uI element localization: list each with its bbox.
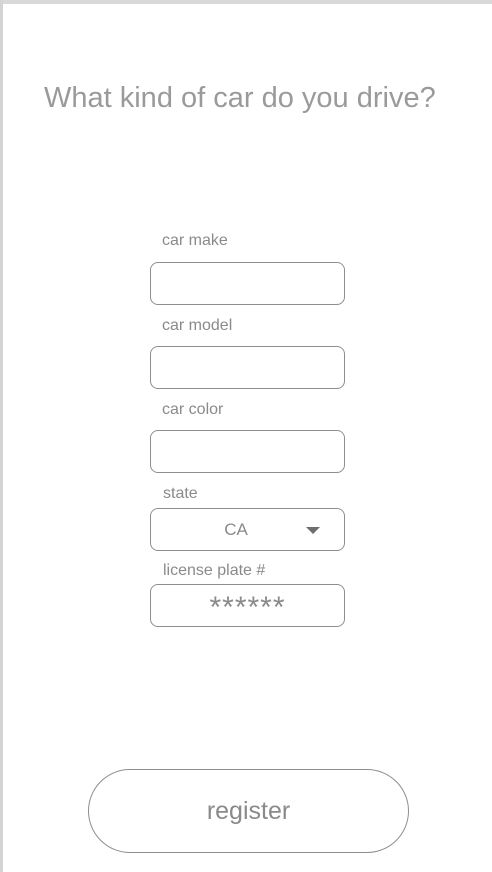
license-plate-masked-value: ****** — [209, 590, 286, 624]
car-make-input[interactable] — [150, 262, 345, 305]
register-button-label: register — [206, 796, 291, 825]
car-model-label: car model — [162, 317, 233, 334]
car-color-input[interactable] — [150, 430, 345, 473]
state-label: state — [163, 485, 198, 502]
chevron-down-icon — [306, 527, 320, 534]
page-title: What kind of car do you drive? — [44, 82, 436, 114]
license-plate-input[interactable]: ****** — [150, 584, 345, 627]
state-selected-value: CA — [224, 519, 248, 539]
license-plate-label: license plate # — [163, 562, 266, 579]
state-select[interactable]: CA — [150, 508, 345, 551]
register-button[interactable]: register — [88, 769, 409, 853]
top-border — [0, 0, 492, 4]
left-border — [0, 0, 3, 872]
car-color-label: car color — [162, 401, 224, 418]
car-make-label: car make — [162, 232, 228, 249]
car-model-input[interactable] — [150, 346, 345, 389]
